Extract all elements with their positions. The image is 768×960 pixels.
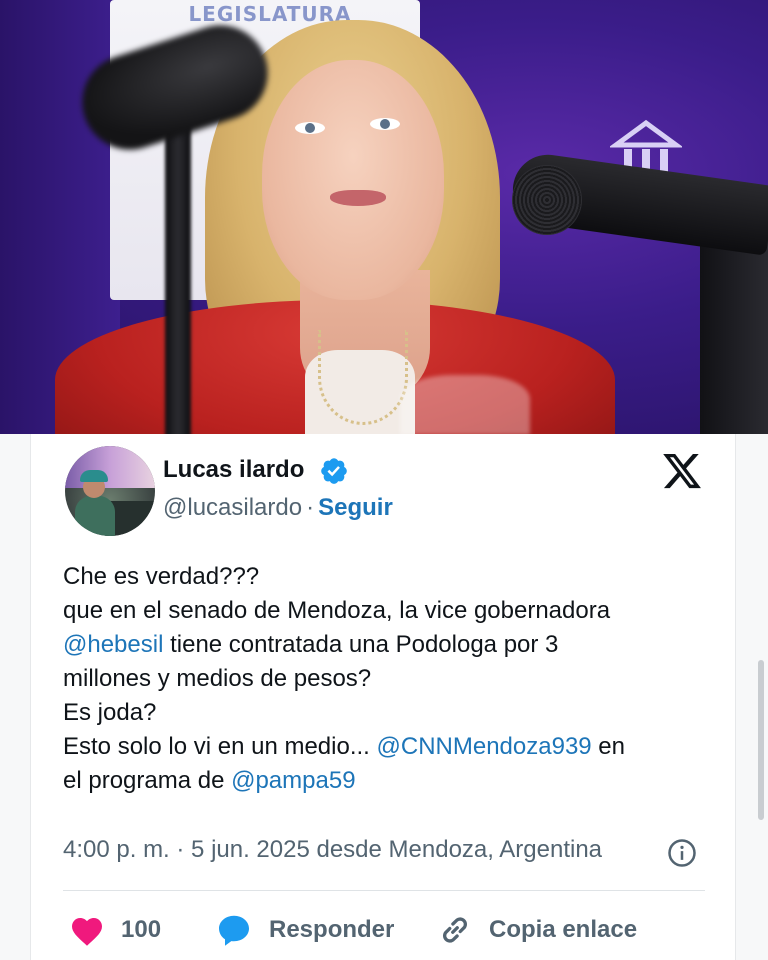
body-line-6-end: en bbox=[591, 733, 626, 760]
microphone-grille bbox=[512, 165, 582, 235]
link-icon bbox=[443, 917, 467, 943]
body-line-1: Che es verdad??? bbox=[63, 563, 260, 590]
reply-bubble-icon bbox=[219, 915, 249, 946]
body-line-3-text: tiene contratada una Podologa por 3 bbox=[163, 631, 559, 658]
scrollbar[interactable] bbox=[758, 660, 764, 820]
x-logo-icon[interactable] bbox=[661, 450, 703, 492]
copy-link-button[interactable]: Copia enlace bbox=[437, 908, 637, 952]
separator-dot: · bbox=[306, 494, 315, 521]
body-line-7: el programa de @pampa59 bbox=[63, 764, 713, 798]
body-line-7-text: el programa de bbox=[63, 767, 232, 794]
tweet-timestamp[interactable]: 4:00 p. m. · 5 jun. 2025 desde Mendoza, … bbox=[63, 836, 661, 864]
like-button[interactable]: 100 bbox=[69, 908, 161, 952]
divider bbox=[63, 890, 705, 891]
tweet-card: Lucas ilardo @lucasilardo · Seguir Che es … bbox=[30, 434, 736, 960]
body-line-6: Esto solo lo vi en un medio... @CNNMendo… bbox=[63, 730, 713, 764]
body-line-5: Es joda? bbox=[63, 699, 157, 726]
right-eye bbox=[370, 118, 400, 130]
tweet-actions: 100 Responder Copia enlace bbox=[63, 908, 713, 952]
reply-button[interactable]: Responder bbox=[215, 908, 394, 952]
microphone-stand-left bbox=[165, 120, 191, 434]
like-count: 100 bbox=[121, 916, 162, 943]
verified-badge-icon bbox=[321, 458, 347, 484]
author-name[interactable]: Lucas ilardo bbox=[163, 456, 304, 484]
author-handle[interactable]: @lucasilardo bbox=[163, 494, 302, 521]
left-eye bbox=[295, 122, 325, 134]
reply-label: Responder bbox=[269, 916, 395, 943]
body-line-2: que en el senado de Mendoza, la vice gob… bbox=[63, 597, 611, 624]
body-line-6-text: Esto solo lo vi en un medio... bbox=[63, 733, 377, 760]
follow-button[interactable]: Seguir bbox=[318, 494, 393, 521]
mention-hebesil[interactable]: @hebesil bbox=[63, 631, 163, 658]
avatar[interactable] bbox=[65, 446, 155, 536]
water-glass bbox=[400, 375, 530, 434]
person-face bbox=[262, 60, 444, 300]
necklace bbox=[318, 330, 408, 425]
mention-pampa59[interactable]: @pampa59 bbox=[231, 767, 355, 794]
mention-cnnmendoza939[interactable]: @CNNMendoza939 bbox=[377, 733, 592, 760]
handle-row: @lucasilardo · Seguir bbox=[163, 494, 393, 522]
body-line-4: millones y medios de pesos? bbox=[63, 665, 372, 692]
copy-link-label: Copia enlace bbox=[489, 916, 638, 943]
heart-icon bbox=[72, 918, 102, 946]
info-icon[interactable] bbox=[667, 838, 697, 868]
news-photo: LEGISLATURA bbox=[0, 0, 768, 434]
tweet-body: Che es verdad??? que en el senado de Men… bbox=[63, 560, 713, 798]
body-line-3: @hebesil tiene contratada una Podologa p… bbox=[63, 628, 713, 662]
mouth bbox=[330, 190, 386, 206]
